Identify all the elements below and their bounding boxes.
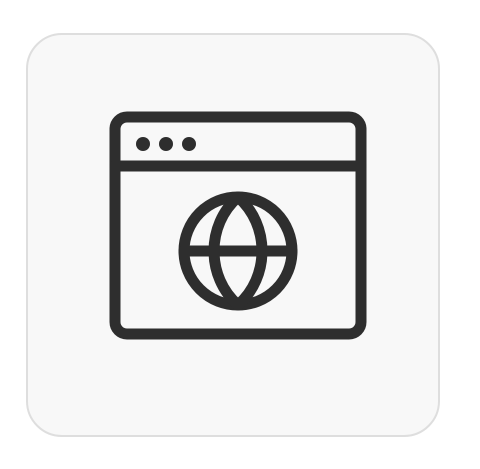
window-dot-icon [182, 137, 196, 151]
browser-globe-icon [109, 111, 367, 340]
window-dots [136, 137, 196, 151]
icon-tile [26, 33, 440, 437]
globe-icon [178, 191, 298, 311]
window-dot-icon [136, 137, 150, 151]
window-dot-icon [159, 137, 173, 151]
